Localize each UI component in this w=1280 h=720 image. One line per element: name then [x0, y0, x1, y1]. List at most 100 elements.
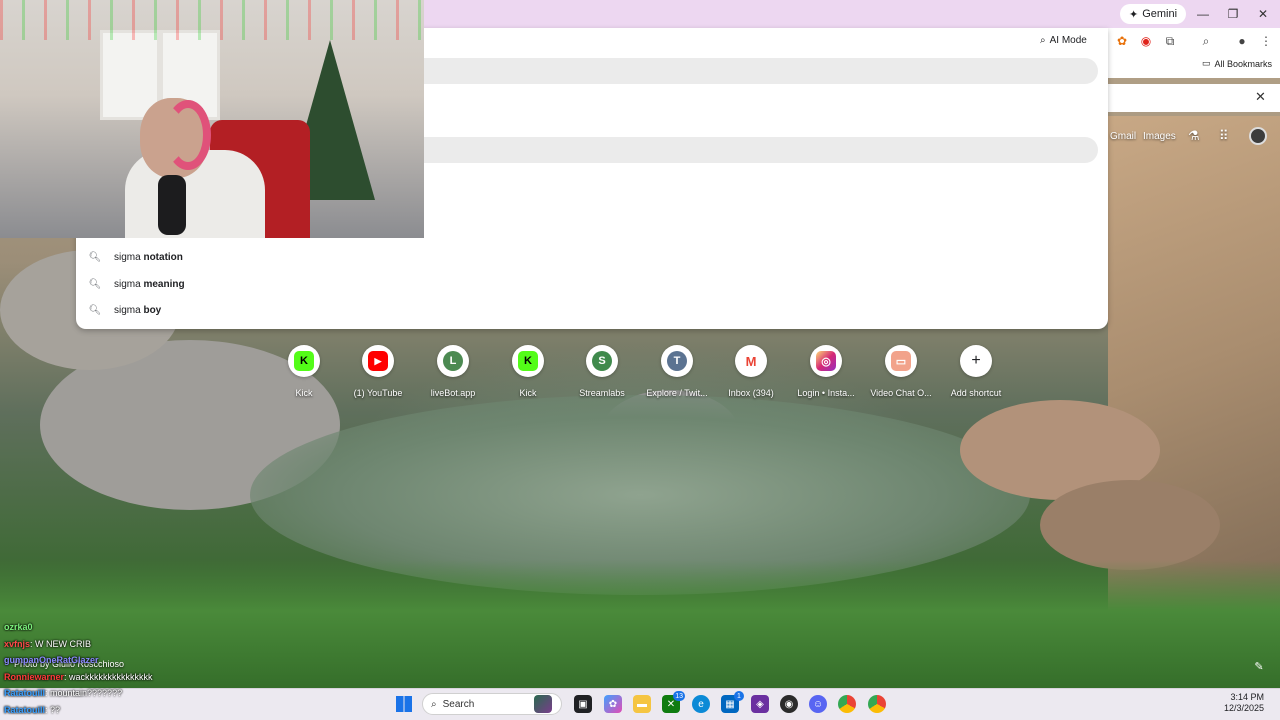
suggestion-completion: boy: [143, 304, 162, 316]
ai-mode-label: AI Mode: [1049, 35, 1087, 46]
copilot-icon[interactable]: ✿: [604, 695, 622, 713]
search-icon: 🔍︎: [88, 278, 102, 290]
shortcut-instagram[interactable]: ◎ Login • Insta...: [791, 345, 861, 398]
suggestion-prefix: sigma: [114, 304, 141, 316]
shortcut-twitter[interactable]: T Explore / Twit...: [642, 345, 712, 398]
suggestion-prefix: sigma: [114, 251, 141, 263]
suggestion-item[interactable]: 🔍︎ sigma boy: [76, 297, 1108, 323]
shortcut-kick[interactable]: K Kick: [493, 345, 563, 398]
chat-message: ozrka0: [4, 622, 33, 632]
minimize-button[interactable]: —: [1192, 4, 1214, 24]
ai-mode-button[interactable]: ⌕ AI Mode: [1040, 35, 1087, 46]
tv-icon: ▭: [891, 351, 911, 371]
chat-username: Ronniewarner: [4, 672, 65, 682]
extensions-puzzle-icon[interactable]: ⧉: [1162, 33, 1178, 49]
chat-message: Ratatouill: mountain???????: [4, 688, 122, 698]
shortcut-icon-circle: S: [586, 345, 618, 377]
headphones: [165, 100, 211, 170]
close-infobar-icon[interactable]: ✕: [1255, 89, 1266, 105]
shortcut-icon-circle: ▭: [885, 345, 917, 377]
shortcut-label: Kick: [519, 388, 537, 398]
search-tabs-icon[interactable]: ⌕: [1198, 33, 1214, 49]
extension-icon[interactable]: ✿: [1114, 33, 1130, 49]
windows-start-icon[interactable]: [396, 696, 412, 712]
shortcut-kick[interactable]: K Kick: [269, 345, 339, 398]
shortcut-label: Add shortcut: [950, 388, 1002, 398]
shortcut-icon-circle: K: [512, 345, 544, 377]
shortcut-label: Kick: [295, 388, 313, 398]
profile-avatar-icon[interactable]: ●: [1234, 33, 1250, 49]
restore-button[interactable]: ❐: [1222, 4, 1244, 24]
ai-mode-search-icon: ⌕: [1040, 35, 1046, 46]
clock-time: 3:14 PM: [1230, 692, 1265, 702]
shortcut-label: (1) YouTube: [353, 388, 403, 398]
plus-icon: +: [971, 352, 981, 369]
task-view-icon[interactable]: ▣: [574, 695, 592, 713]
gemini-label: Gemini: [1142, 8, 1178, 20]
opera-icon[interactable]: ◉: [1138, 33, 1154, 49]
taskbar-search-label: Search: [442, 698, 475, 710]
file-explorer-icon[interactable]: ▬: [633, 695, 651, 713]
notification-badge: 13: [673, 691, 685, 701]
gmail-icon: M: [741, 351, 761, 371]
kick-icon: K: [518, 351, 538, 371]
gmail-link[interactable]: Gmail: [1110, 131, 1136, 142]
gemini-button[interactable]: ✦ Gemini: [1120, 4, 1187, 24]
shortcut-youtube[interactable]: ▶ (1) YouTube: [343, 345, 413, 398]
chat-message: xvfnjs: W NEW CRIB: [4, 639, 91, 649]
kick-icon: K: [294, 351, 314, 371]
images-link[interactable]: Images: [1143, 131, 1176, 142]
chat-text: : mountain???????: [45, 688, 123, 698]
coastal-plants: [0, 560, 1280, 688]
all-bookmarks-button[interactable]: ▭ All Bookmarks: [1202, 58, 1272, 69]
shortcut-icon-circle: K: [288, 345, 320, 377]
chat-username: xvfnjs: [4, 639, 31, 649]
chat-username: gumpanOneRatGlazer: [4, 655, 99, 665]
add-shortcut-button[interactable]: + Add shortcut: [941, 345, 1011, 398]
chat-text: : wackkkkkkkkkkkkkkk: [64, 672, 153, 682]
google-account-avatar[interactable]: [1249, 127, 1267, 145]
suggestion-completion: notation: [143, 251, 183, 263]
shortcut-streamlabs[interactable]: S Streamlabs: [567, 345, 637, 398]
chrome-icon[interactable]: [838, 695, 856, 713]
app-icon[interactable]: ◈: [751, 695, 769, 713]
chat-text: : ??: [45, 705, 61, 715]
more-menu-icon[interactable]: ⋮: [1258, 33, 1274, 49]
shortcut-icon-circle: T: [661, 345, 693, 377]
shortcut-gmail[interactable]: M Inbox (394): [716, 345, 786, 398]
suggestion-item[interactable]: 🔍︎ sigma notation: [76, 244, 1108, 270]
labs-flask-icon[interactable]: ⚗: [1188, 128, 1200, 144]
chat-message: Ronniewarner: wackkkkkkkkkkkkkkk: [4, 672, 153, 682]
google-apps-grid-icon[interactable]: ⠿: [1219, 128, 1229, 144]
suggestion-prefix: sigma: [114, 278, 141, 290]
shortcut-livebot[interactable]: L liveBot.app: [418, 345, 488, 398]
close-window-button[interactable]: ✕: [1252, 4, 1274, 24]
twitter-letter-icon: T: [667, 351, 687, 371]
shortcut-label: Video Chat O...: [870, 388, 932, 398]
suggestion-item[interactable]: 🔍︎ sigma meaning: [76, 271, 1108, 297]
discord-icon[interactable]: ☺: [809, 695, 827, 713]
search-icon: ⌕: [431, 698, 437, 710]
edge-icon[interactable]: e: [692, 695, 710, 713]
shortcut-icon-circle: +: [960, 345, 992, 377]
chat-message: gumpanOneRatGlazer: [4, 655, 99, 665]
shortcut-icon-circle: L: [437, 345, 469, 377]
microphone: [158, 175, 186, 235]
livebot-letter-icon: L: [443, 351, 463, 371]
obs-icon[interactable]: ◉: [780, 695, 798, 713]
system-clock[interactable]: 3:14 PM 12/3/2025: [1224, 692, 1264, 714]
search-icon: 🔍︎: [88, 304, 102, 316]
suggestion-completion: meaning: [143, 278, 185, 290]
xbox-icon[interactable]: ✕ 13: [662, 691, 685, 713]
customize-pencil-icon[interactable]: ✎: [1250, 657, 1268, 675]
shortcut-label: liveBot.app: [430, 388, 476, 398]
chrome-icon[interactable]: [868, 695, 886, 713]
microsoft-store-icon[interactable]: ▦ 1: [721, 691, 744, 713]
notification-badge: 1: [734, 691, 744, 701]
webcam-overlay: [0, 0, 424, 238]
streamlabs-letter-icon: S: [592, 351, 612, 371]
shortcut-video-chat[interactable]: ▭ Video Chat O...: [866, 345, 936, 398]
shortcut-icon-circle: ◎: [810, 345, 842, 377]
widgets-icon[interactable]: [534, 695, 552, 713]
shortcut-label: Inbox (394): [728, 388, 774, 398]
